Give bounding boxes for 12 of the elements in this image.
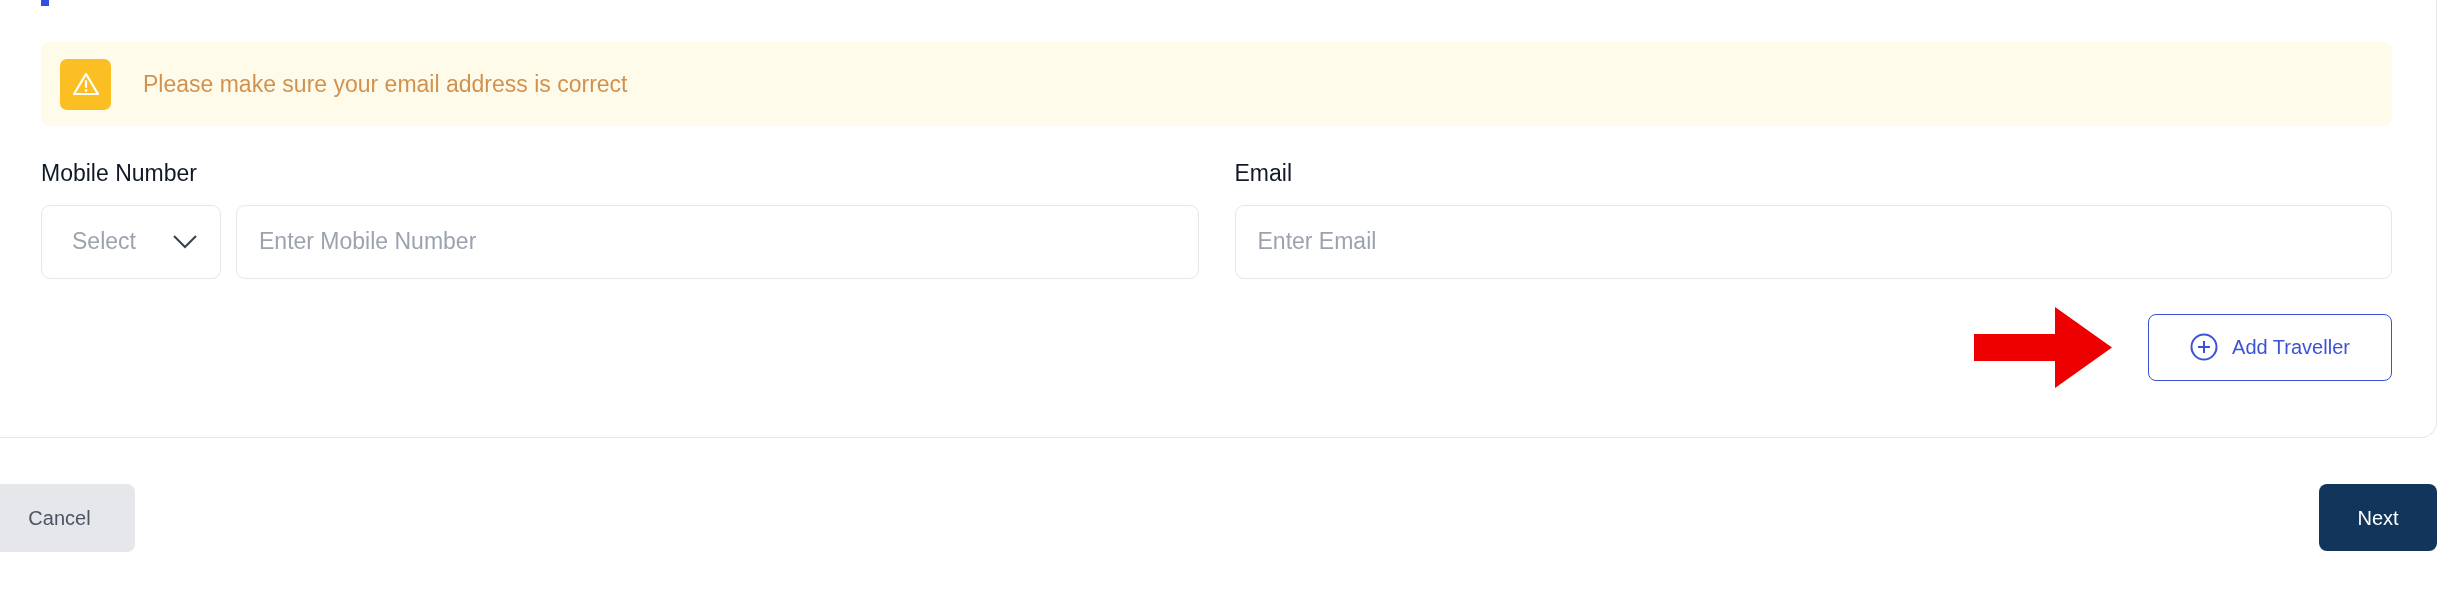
add-traveller-button[interactable]: Add Traveller [2148, 313, 2392, 381]
field-label: Mobile Number [41, 159, 197, 188]
warning-message: Please make sure your email address is correct [143, 69, 628, 99]
next-button[interactable]: Next [2319, 484, 2437, 551]
chevron-down-icon [172, 234, 198, 249]
plus-circle-icon [2190, 333, 2219, 361]
cancel-button[interactable]: Cancel [0, 484, 135, 552]
field-label: Email [1234, 159, 1292, 188]
mobile-number-field[interactable]: Enter Mobile Number [236, 204, 1199, 279]
email-field[interactable]: Enter Email [1234, 204, 2392, 279]
warning-icon [60, 58, 111, 110]
accent-bar [41, 0, 49, 6]
